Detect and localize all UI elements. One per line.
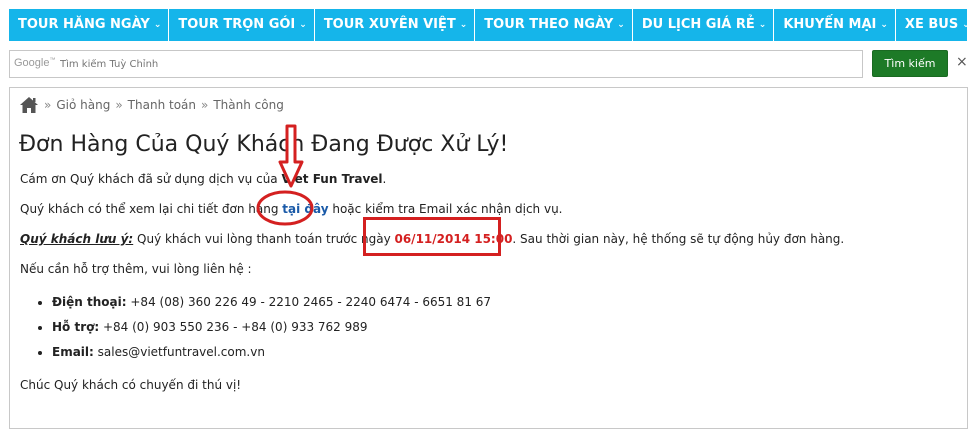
contact-support: Hỗ trợ: +84 (0) 903 550 236 - +84 (0) 93… (52, 319, 491, 344)
page-title: Đơn Hàng Của Quý Khách Đang Được Xử Lý! (19, 132, 509, 157)
chevron-down-icon: ⌄ (962, 20, 970, 30)
search-bar: Google™ Tìm kiếm × (9, 50, 968, 78)
contact-value: +84 (0) 903 550 236 - +84 (0) 933 762 98… (99, 320, 368, 334)
nav-xe-bus[interactable]: XE BUS ⌄ (896, 9, 977, 41)
order-panel: » Giỏ hàng » Thanh toán » Thành công Đơn… (9, 87, 968, 429)
google-logo: Google™ (14, 57, 55, 69)
close-icon[interactable]: × (956, 54, 968, 70)
contact-email: Email: sales@vietfuntravel.com.vn (52, 344, 491, 369)
support-text: Nếu cần hỗ trợ thêm, vui lòng liên hệ : (20, 262, 252, 276)
contact-value: +84 (08) 360 226 49 - 2210 2465 - 2240 6… (126, 295, 492, 309)
note-prefix: Quý khách vui lòng thanh toán trước ngày (133, 232, 395, 246)
chevron-down-icon: ⌄ (459, 20, 468, 30)
search-input[interactable] (60, 54, 850, 74)
breadcrumb-separator: » (115, 98, 123, 112)
nav-khuyen-mai[interactable]: KHUYẾN MẠI ⌄ (774, 9, 896, 41)
contact-label: Email: (52, 345, 94, 359)
contact-label: Điện thoại: (52, 295, 127, 309)
top-navigation: TOUR HĂNG NGÀY ⌄ TOUR TRỌN GÓI ⌄ TOUR XUYÊ… (0, 0, 978, 45)
review-prefix: Quý khách có thể xem lại chi tiết đơn hà… (20, 202, 283, 216)
chevron-down-icon: ⌄ (758, 20, 767, 30)
nav-label: XE BUS (904, 17, 959, 32)
chevron-down-icon: ⌄ (153, 20, 162, 30)
nav-bar: TOUR HĂNG NGÀY ⌄ TOUR TRỌN GÓI ⌄ TOUR XUYÊ… (9, 9, 970, 41)
google-logo-text: Google (14, 57, 50, 69)
thanks-suffix: . (382, 172, 387, 186)
chevron-down-icon: ⌄ (880, 20, 888, 30)
trademark: ™ (49, 57, 56, 64)
review-suffix: hoặc kiểm tra Email xác nhận dịch vụ. (328, 202, 563, 216)
breadcrumb-cart[interactable]: Giỏ hàng (56, 98, 110, 112)
contact-list: Điện thoại: +84 (08) 360 226 49 - 2210 2… (34, 294, 491, 369)
nav-label: TOUR TRỌN GÓI (178, 17, 296, 32)
chevron-down-icon: ⌄ (299, 20, 307, 30)
breadcrumb-success: Thành công (213, 98, 284, 112)
home-icon[interactable] (19, 96, 39, 114)
thanks-text: Cám ơn Quý khách đã sử dụng dịch vụ của … (20, 172, 386, 186)
nav-label: TOUR XUYÊN VIỆT (323, 17, 456, 32)
breadcrumb-separator: » (44, 98, 52, 112)
search-box: Google™ (9, 50, 863, 78)
contact-value[interactable]: sales@vietfuntravel.com.vn (94, 345, 265, 359)
order-detail-link[interactable]: tại đây (282, 202, 328, 216)
nav-tour-xuyen-viet[interactable]: TOUR XUYÊN VIỆT ⌄ (315, 9, 476, 41)
thanks-prefix: Cám ơn Quý khách đã sử dụng dịch vụ của (20, 172, 282, 186)
breadcrumb: » Giỏ hàng » Thanh toán » Thành công (19, 96, 284, 114)
breadcrumb-payment[interactable]: Thanh toán (128, 98, 196, 112)
review-text: Quý khách có thể xem lại chi tiết đơn hà… (20, 202, 563, 216)
nav-du-lich-gia-re[interactable]: DU LỊCH GIÁ RẺ ⌄ (633, 9, 775, 41)
nav-label: KHUYẾN MẠI (783, 17, 877, 32)
search-button[interactable]: Tìm kiếm (872, 50, 948, 77)
contact-phone: Điện thoại: +84 (08) 360 226 49 - 2210 2… (52, 294, 491, 319)
chevron-down-icon: ⌄ (617, 20, 625, 30)
payment-deadline: 06/11/2014 15:00 (394, 232, 513, 246)
nav-label: TOUR THEO NGÀY (484, 17, 614, 32)
breadcrumb-separator: » (201, 98, 209, 112)
nav-label: TOUR HĂNG NGÀY (18, 17, 150, 32)
note-label: Quý khách lưu ý: (20, 232, 134, 246)
nav-tour-tron-goi[interactable]: TOUR TRỌN GÓI ⌄ (169, 9, 315, 41)
contact-label: Hỗ trợ: (52, 320, 100, 334)
nav-tour-theo-ngay[interactable]: TOUR THEO NGÀY ⌄ (475, 9, 633, 41)
payment-note: Quý khách lưu ý: Quý khách vui lòng than… (20, 232, 844, 246)
brand-name: Viet Fun Travel (281, 172, 383, 186)
nav-label: DU LỊCH GIÁ RẺ (641, 17, 755, 32)
closing-text: Chúc Quý khách có chuyến đi thú vị! (20, 378, 242, 392)
nav-tour-hang-ngay[interactable]: TOUR HĂNG NGÀY ⌄ (9, 9, 170, 41)
note-suffix: . Sau thời gian này, hệ thống sẽ tự động… (512, 232, 845, 246)
